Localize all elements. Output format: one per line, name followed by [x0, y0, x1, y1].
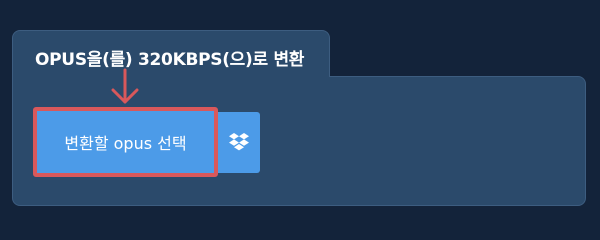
panel-title: OPUS을(를) 320KBPS(으)로 변환	[35, 50, 305, 70]
select-file-button[interactable]: 변환할 opus 선택	[37, 111, 214, 173]
converter-widget: OPUS을(를) 320KBPS(으)로 변환 변환할 opus 선택	[0, 0, 600, 230]
down-arrow-icon	[111, 68, 139, 104]
dropbox-icon	[229, 132, 249, 150]
tab-panel-seam	[13, 76, 329, 78]
dropbox-button[interactable]	[218, 112, 260, 173]
